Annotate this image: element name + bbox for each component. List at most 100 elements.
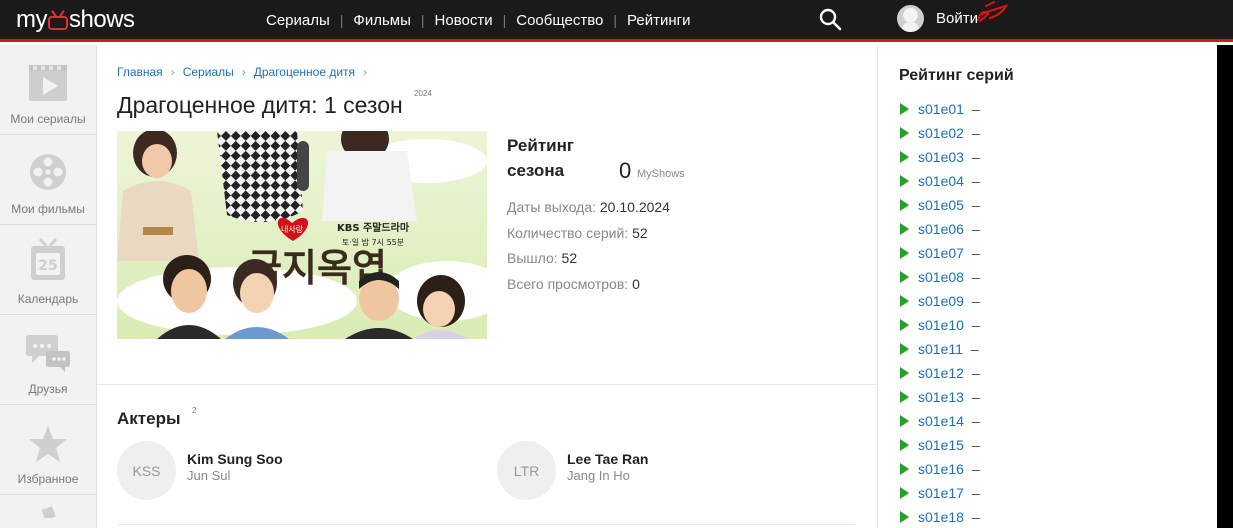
episode-item[interactable]: s01e04– (900, 169, 980, 193)
episode-rating-value: – (971, 101, 980, 117)
episode-item[interactable]: s01e13– (900, 385, 980, 409)
episode-item[interactable]: s01e08– (900, 265, 980, 289)
nav-item-community[interactable]: Сообщество (506, 12, 613, 29)
episode-rating-title: Рейтинг серий (899, 67, 1014, 84)
tv-icon (48, 16, 68, 30)
actor-card[interactable]: LTR Lee Tae Ran Jang In Ho (497, 441, 648, 500)
sidebar-item-friends[interactable]: Друзья (0, 315, 96, 405)
poster-badge: KBS 주말드라마 (337, 221, 410, 234)
logo-text-shows: shows (69, 6, 135, 33)
sidebar-item-favorites[interactable]: Избранное (0, 405, 96, 495)
info-value: 20.10.2024 (599, 199, 670, 215)
breadcrumb-series[interactable]: Сериалы (183, 65, 234, 79)
sidebar-label: Календарь (17, 292, 79, 306)
episode-list: s01e01– s01e02– s01e03– s01e04– s01e05– s01e0… (900, 97, 980, 528)
episode-code[interactable]: s01e05 (918, 197, 964, 213)
episode-code[interactable]: s01e10 (918, 317, 964, 333)
episode-item[interactable]: s01e10– (900, 313, 980, 337)
sidebar-item-more[interactable] (0, 495, 96, 528)
play-icon (900, 127, 909, 139)
play-icon (900, 151, 909, 163)
episode-code[interactable]: s01e04 (918, 173, 964, 189)
episode-item[interactable]: s01e17– (900, 481, 980, 505)
episode-code[interactable]: s01e06 (918, 221, 964, 237)
episode-item[interactable]: s01e12– (900, 361, 980, 385)
main-content: Главная › Сериалы › Драгоценное дитя › Д… (97, 45, 877, 528)
actor-card[interactable]: KSS Kim Sung Soo Jun Sul (117, 441, 283, 500)
section-divider (117, 524, 855, 525)
breadcrumb-home[interactable]: Главная (117, 65, 163, 79)
actors-heading: Актеры (117, 409, 181, 428)
search-icon[interactable] (818, 7, 842, 31)
episode-code[interactable]: s01e07 (918, 245, 964, 261)
episode-code[interactable]: s01e08 (918, 269, 964, 285)
nav-item-news[interactable]: Новости (425, 12, 503, 29)
episode-code[interactable]: s01e03 (918, 149, 964, 165)
episode-item[interactable]: s01e15– (900, 433, 980, 457)
episode-rating-value: – (971, 197, 980, 213)
sidebar-item-my-series[interactable]: Мои сериалы (0, 45, 96, 135)
season-year: 2024 (414, 89, 432, 98)
episode-item[interactable]: s01e18– (900, 505, 980, 528)
episode-code[interactable]: s01e14 (918, 413, 964, 429)
play-icon (900, 487, 909, 499)
episode-item[interactable]: s01e05– (900, 193, 980, 217)
info-value: 0 (632, 276, 640, 292)
sidebar-item-my-movies[interactable]: Мои фильмы (0, 135, 96, 225)
episode-code[interactable]: s01e12 (918, 365, 964, 381)
breadcrumb: Главная › Сериалы › Драгоценное дитя › (117, 65, 375, 79)
episode-item[interactable]: s01e16– (900, 457, 980, 481)
sidebar-label: Друзья (28, 382, 68, 396)
episode-code[interactable]: s01e17 (918, 485, 964, 501)
episode-rating-value: – (971, 461, 980, 477)
episode-item[interactable]: s01e02– (900, 121, 980, 145)
actors-count: 2 (192, 406, 197, 415)
actor-name[interactable]: Lee Tae Ran (567, 451, 648, 467)
nav-item-movies[interactable]: Фильмы (343, 12, 420, 29)
episode-code[interactable]: s01e18 (918, 509, 964, 525)
play-icon (900, 199, 909, 211)
calendar-icon: 25 (31, 238, 65, 280)
sidebar-item-calendar[interactable]: 25 Календарь (0, 225, 96, 315)
play-icon (900, 247, 909, 259)
chat-bubbles-icon (26, 335, 70, 372)
episode-code[interactable]: s01e02 (918, 125, 964, 141)
info-label: Вышло: (507, 250, 558, 266)
episode-item[interactable]: s01e01– (900, 97, 980, 121)
info-label: Всего просмотров: (507, 276, 629, 292)
page-title: Драгоценное дитя: 1 сезон (117, 92, 403, 118)
episode-code[interactable]: s01e15 (918, 437, 964, 453)
myshows-logo[interactable]: my shows (16, 4, 135, 34)
episode-item[interactable]: s01e06– (900, 217, 980, 241)
episode-code[interactable]: s01e16 (918, 461, 964, 477)
season-rating-source: MyShows (637, 168, 685, 180)
nav-item-series[interactable]: Сериалы (256, 12, 340, 29)
nav-item-ratings[interactable]: Рейтинги (617, 12, 700, 29)
season-rating: Рейтинг сезона 0 MyShows (507, 133, 807, 183)
breadcrumb-show[interactable]: Драгоценное дитя (254, 65, 355, 79)
episode-item[interactable]: s01e07– (900, 241, 980, 265)
section-divider (97, 384, 877, 385)
episode-code[interactable]: s01e13 (918, 389, 964, 405)
main-nav: Сериалы | Фильмы | Новости | Сообщество … (256, 0, 700, 40)
chevron-right-icon: › (363, 65, 368, 79)
episode-item[interactable]: s01e14– (900, 409, 980, 433)
episode-item[interactable]: s01e03– (900, 145, 980, 169)
sidebar-label: Мои сериалы (10, 112, 86, 126)
episode-code[interactable]: s01e01 (918, 101, 964, 117)
red-scribble-mark (977, 1, 1008, 22)
episode-code[interactable]: s01e11 (918, 341, 963, 357)
info-value: 52 (632, 225, 648, 241)
episode-code[interactable]: s01e09 (918, 293, 964, 309)
episode-item[interactable]: s01e11– (900, 337, 980, 361)
episode-rating-value: – (971, 413, 980, 429)
info-aired: Вышло: 52 (507, 250, 577, 266)
info-total-views: Всего просмотров: 0 (507, 276, 640, 292)
actor-name[interactable]: Kim Sung Soo (187, 451, 283, 467)
episode-item[interactable]: s01e09– (900, 289, 980, 313)
play-icon (900, 463, 909, 475)
play-icon (900, 295, 909, 307)
star-icon (29, 426, 67, 462)
episode-rating-value: – (971, 173, 980, 189)
season-poster: 내사랑 KBS 주말드라마 토·일 밤 7시 55분 금지옥엽 (117, 131, 487, 339)
